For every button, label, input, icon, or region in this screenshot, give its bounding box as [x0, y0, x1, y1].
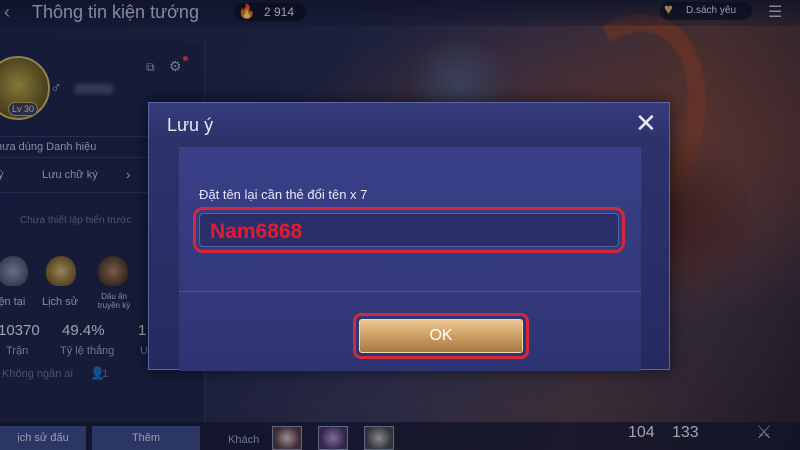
divider	[179, 291, 641, 292]
rename-dialog: Lưu ý ✕ Đặt tên lại cần thẻ đổi tên x 7 …	[148, 102, 670, 371]
dialog-header: Lưu ý ✕	[149, 103, 669, 147]
ok-button[interactable]: OK	[359, 319, 523, 353]
dialog-title: Lưu ý	[167, 115, 214, 135]
dialog-body: Đặt tên lại cần thẻ đổi tên x 7 Nam6868 …	[179, 147, 641, 371]
name-input-highlight: Nam6868	[193, 207, 625, 253]
close-icon[interactable]: ✕	[635, 109, 657, 137]
rename-prompt: Đặt tên lại cần thẻ đổi tên x 7	[199, 187, 368, 202]
name-input[interactable]: Nam6868	[199, 213, 619, 247]
name-input-value: Nam6868	[210, 220, 303, 243]
ok-button-highlight: OK	[353, 313, 529, 359]
